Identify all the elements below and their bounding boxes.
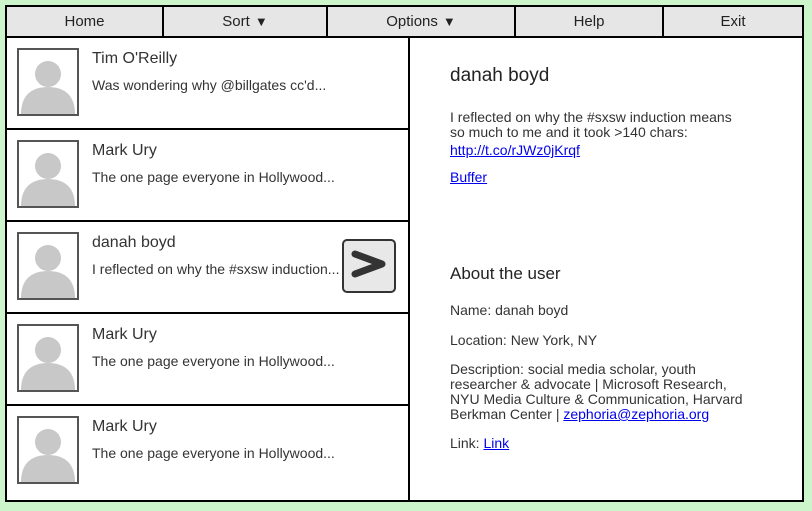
user-name-row: Name: danah boyd bbox=[450, 302, 568, 318]
user-location-row: Location: New York, NY bbox=[450, 332, 597, 348]
item-preview: The one page everyone in Hollywood... bbox=[92, 445, 335, 461]
name-value: danah boyd bbox=[495, 302, 569, 318]
detail-tweet-text: I reflected on why the #sxsw induction m… bbox=[450, 109, 732, 140]
menu-bar: Home Sort ▼ Options ▼ Help Exit bbox=[7, 7, 802, 38]
app-window: Home Sort ▼ Options ▼ Help Exit Tim O'Re… bbox=[5, 5, 804, 502]
avatar-icon bbox=[17, 324, 79, 392]
menu-home-label: Home bbox=[64, 13, 105, 30]
description-email-link[interactable]: zephoria@zephoria.org bbox=[563, 406, 709, 422]
avatar-icon bbox=[17, 140, 79, 208]
about-user-heading: About the user bbox=[450, 264, 561, 283]
detail-author-name: danah boyd bbox=[450, 65, 550, 86]
avatar-icon bbox=[17, 416, 79, 484]
item-preview: Was wondering why @billgates cc'd... bbox=[92, 77, 327, 93]
name-label: Name: bbox=[450, 302, 492, 318]
menu-home[interactable]: Home bbox=[7, 7, 164, 36]
tweet-url-link[interactable]: http://t.co/rJWz0jKrqf bbox=[450, 142, 580, 158]
buffer-link[interactable]: Buffer bbox=[450, 169, 487, 185]
item-author: Tim O'Reilly bbox=[92, 50, 178, 67]
item-preview: The one page everyone in Hollywood... bbox=[92, 169, 335, 185]
detail-panel: danah boyd I reflected on why the #sxsw … bbox=[410, 38, 802, 500]
item-preview: The one page everyone in Hollywood... bbox=[92, 353, 335, 369]
user-website-link[interactable]: Link bbox=[483, 435, 509, 451]
list-item-selected[interactable]: danah boyd I reflected on why the #sxsw … bbox=[7, 222, 408, 314]
menu-help-label: Help bbox=[573, 13, 605, 30]
item-preview: I reflected on why the #sxsw induction..… bbox=[92, 261, 340, 277]
link-label: Link: bbox=[450, 435, 480, 451]
dropdown-arrow-icon: ▼ bbox=[254, 14, 268, 29]
list-item[interactable]: Mark Ury The one page everyone in Hollyw… bbox=[7, 130, 408, 222]
description-label: Description: bbox=[450, 361, 524, 377]
chevron-right-icon bbox=[349, 244, 389, 289]
menu-help[interactable]: Help bbox=[516, 7, 664, 36]
item-author: Mark Ury bbox=[92, 326, 157, 343]
menu-sort-label: Sort bbox=[222, 13, 250, 30]
item-author: Mark Ury bbox=[92, 418, 157, 435]
menu-options-label: Options bbox=[386, 13, 438, 30]
open-detail-button[interactable] bbox=[342, 239, 396, 293]
avatar-icon bbox=[17, 232, 79, 300]
user-link-row: Link: Link bbox=[450, 435, 509, 451]
tweet-list: Tim O'Reilly Was wondering why @billgate… bbox=[7, 38, 410, 500]
list-item[interactable]: Mark Ury The one page everyone in Hollyw… bbox=[7, 406, 408, 500]
menu-exit[interactable]: Exit bbox=[664, 7, 802, 36]
location-label: Location: bbox=[450, 332, 507, 348]
menu-options[interactable]: Options ▼ bbox=[328, 7, 516, 36]
item-author: danah boyd bbox=[92, 234, 176, 251]
list-item[interactable]: Mark Ury The one page everyone in Hollyw… bbox=[7, 314, 408, 406]
user-description-row: Description: social media scholar, youth… bbox=[450, 362, 760, 422]
menu-sort[interactable]: Sort ▼ bbox=[164, 7, 328, 36]
dropdown-arrow-icon: ▼ bbox=[442, 14, 456, 29]
list-item[interactable]: Tim O'Reilly Was wondering why @billgate… bbox=[7, 38, 408, 130]
menu-exit-label: Exit bbox=[720, 13, 746, 30]
avatar-icon bbox=[17, 48, 79, 116]
location-value: New York, NY bbox=[510, 332, 598, 348]
item-author: Mark Ury bbox=[92, 142, 157, 159]
